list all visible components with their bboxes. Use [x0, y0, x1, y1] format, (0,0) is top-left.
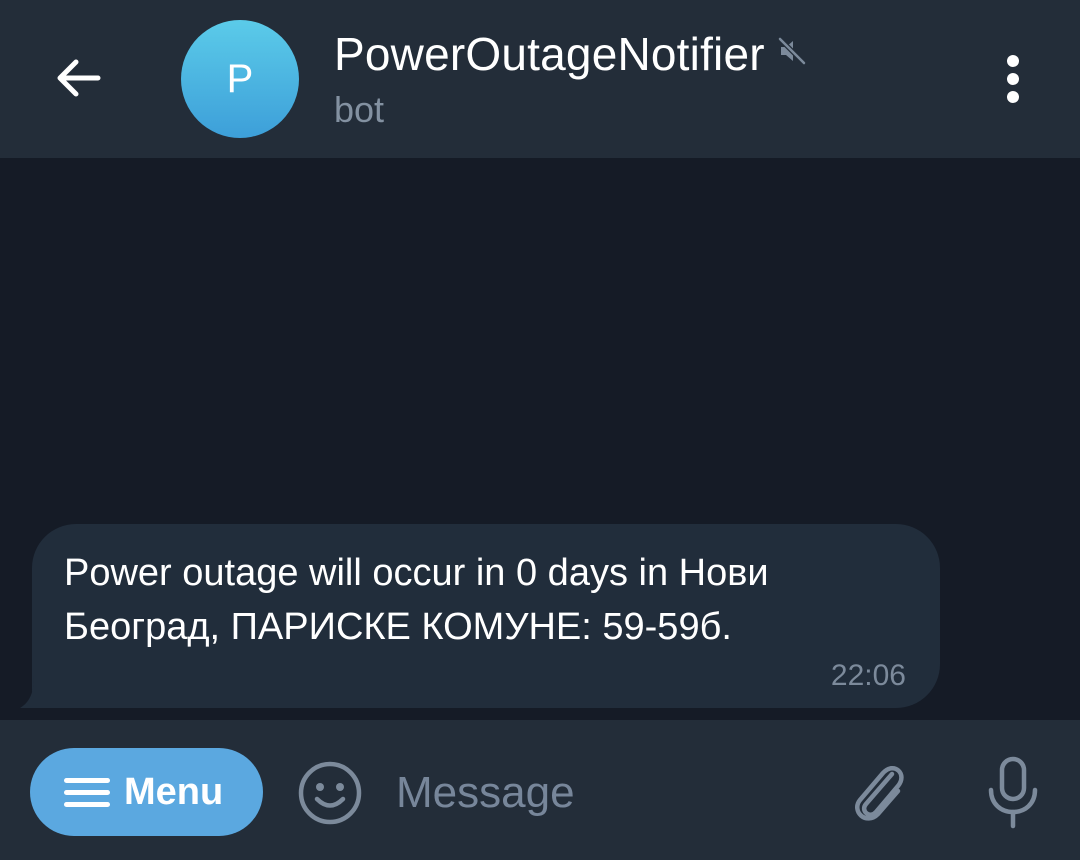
avatar-letter: P: [226, 56, 254, 101]
chat-subtitle: bot: [334, 89, 385, 130]
chat-title: PowerOutageNotifier: [334, 28, 765, 80]
message-time: 22:06: [830, 659, 906, 692]
menu-button[interactable]: Menu: [30, 748, 263, 836]
microphone-button[interactable]: [980, 754, 1046, 832]
more-options-button[interactable]: [988, 48, 1038, 110]
muted-speaker-icon: [777, 36, 807, 66]
back-button[interactable]: [40, 40, 116, 116]
attach-button[interactable]: [846, 756, 912, 830]
emoji-button[interactable]: [296, 759, 364, 827]
vertical-dots-icon: [1007, 55, 1019, 103]
bot-avatar[interactable]: P: [181, 20, 299, 138]
arrow-left-icon: [57, 59, 101, 97]
smiley-icon: [298, 761, 362, 825]
message-text: Power outage will occur in 0 days in Нов…: [64, 552, 769, 648]
message-input[interactable]: [396, 762, 816, 824]
paperclip-icon: [855, 766, 904, 821]
chat-title-row[interactable]: PowerOutageNotifier: [334, 26, 807, 82]
hamburger-icon: [64, 776, 110, 808]
bubble-tail: [20, 676, 56, 708]
menu-label: Menu: [124, 770, 224, 813]
microphone-icon: [988, 756, 1038, 829]
